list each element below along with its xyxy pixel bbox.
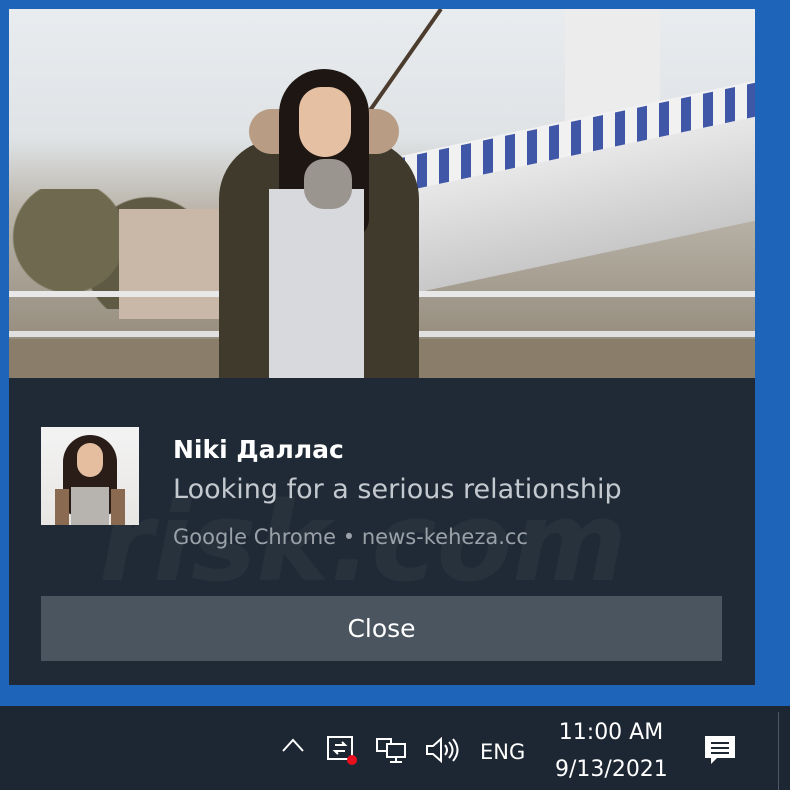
notification-message: Looking for a serious relationship bbox=[173, 474, 622, 505]
language-indicator[interactable]: ENG bbox=[480, 740, 525, 764]
hero-image bbox=[9, 9, 755, 378]
notification-toast[interactable]: risk.com Niki Даллас Looking for a serio… bbox=[9, 9, 755, 685]
monitor-icon[interactable] bbox=[375, 735, 409, 765]
sender-avatar bbox=[41, 427, 139, 525]
clock-date[interactable]: 9/13/2021 bbox=[555, 757, 668, 782]
close-button[interactable]: Close bbox=[41, 596, 722, 661]
sender-name: Niki Даллас bbox=[173, 435, 344, 464]
notification-content: risk.com Niki Даллас Looking for a serio… bbox=[9, 378, 755, 685]
volume-icon[interactable] bbox=[424, 735, 460, 765]
show-desktop-divider[interactable] bbox=[778, 712, 779, 790]
notification-center-icon[interactable] bbox=[702, 733, 738, 767]
chevron-up-icon[interactable] bbox=[280, 732, 306, 758]
clock-time[interactable]: 11:00 AM bbox=[555, 720, 667, 745]
network-icon[interactable] bbox=[325, 735, 359, 765]
woman-photo bbox=[209, 69, 429, 378]
notification-source: Google Chrome • news-keheza.cc bbox=[173, 525, 528, 549]
